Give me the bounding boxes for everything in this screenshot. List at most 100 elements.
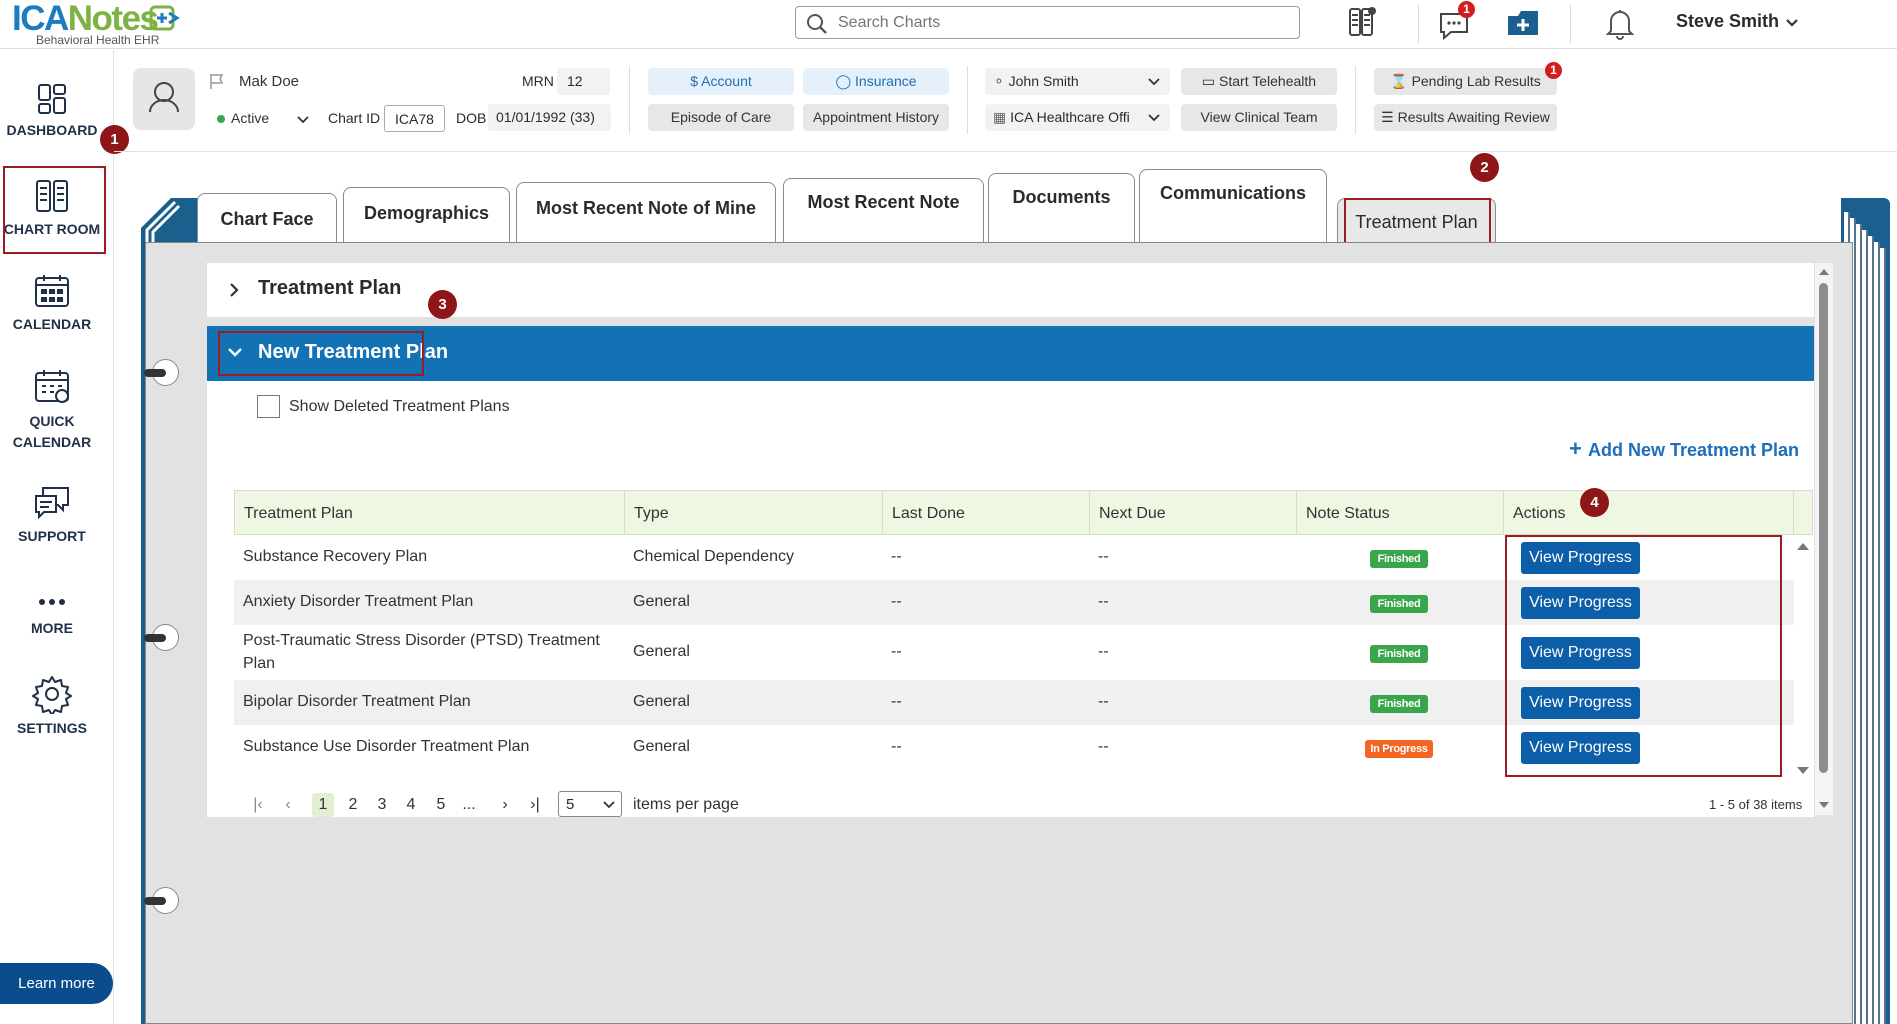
- step-badge-2: 2: [1470, 153, 1499, 182]
- nav-more[interactable]: MORE: [0, 590, 104, 636]
- row-type: General: [633, 593, 690, 610]
- chart-id-label: Chart ID: [328, 110, 381, 126]
- status-badge: Finished: [1370, 695, 1428, 713]
- prev-page-button[interactable]: ‹: [277, 793, 299, 817]
- tab-chart-face[interactable]: Chart Face: [197, 193, 337, 244]
- episode-of-care-button[interactable]: Episode of Care: [648, 104, 794, 131]
- bell-icon[interactable]: [1603, 6, 1637, 40]
- appointment-history-button[interactable]: Appointment History: [803, 104, 949, 131]
- new-treatment-plan-header[interactable]: New Treatment Plan: [207, 326, 1814, 381]
- add-patient-icon[interactable]: [1506, 6, 1540, 40]
- account-label: Account: [701, 73, 752, 89]
- page-4-button[interactable]: 4: [400, 793, 422, 817]
- nav-settings-label: SETTINGS: [16, 720, 87, 736]
- start-telehealth-button[interactable]: ▭ Start Telehealth: [1181, 68, 1337, 95]
- show-deleted-checkbox[interactable]: [257, 395, 280, 418]
- mrn-value: 12: [557, 68, 610, 95]
- provider-dropdown[interactable]: ⚬ John Smith: [985, 68, 1170, 95]
- step-badge-3: 3: [428, 290, 457, 319]
- treatment-plan-tab-highlight: [1344, 198, 1491, 248]
- col-next-due[interactable]: Next Due: [1090, 491, 1297, 536]
- logo-subtitle: Behavioral Health EHR: [36, 33, 160, 47]
- list-icon: ☰: [1381, 109, 1398, 125]
- plus-icon: +: [1569, 436, 1588, 461]
- show-deleted-label: Show Deleted Treatment Plans: [289, 398, 510, 415]
- page-ellipsis[interactable]: ...: [458, 793, 480, 817]
- scroll-up-arrow-icon[interactable]: [1796, 541, 1810, 551]
- first-page-button[interactable]: |‹: [247, 793, 269, 817]
- header-divider: [114, 151, 1897, 152]
- view-clinical-team-button[interactable]: View Clinical Team: [1181, 104, 1337, 131]
- dob-value: 01/01/1992 (33): [488, 104, 611, 131]
- row-plan-name: Anxiety Disorder Treatment Plan: [243, 593, 474, 610]
- chevron-down-icon[interactable]: [1785, 16, 1799, 30]
- step-badge-4: 4: [1580, 488, 1609, 517]
- learn-more-button[interactable]: Learn more: [0, 963, 113, 1004]
- col-treatment-plan[interactable]: Treatment Plan: [235, 491, 625, 536]
- status-dot: [217, 115, 225, 123]
- search-box[interactable]: [795, 6, 1300, 39]
- nav-calendar[interactable]: CALENDAR: [0, 272, 104, 332]
- row-type: General: [633, 643, 690, 660]
- col-type[interactable]: Type: [625, 491, 883, 536]
- last-page-button[interactable]: ›|: [524, 793, 546, 817]
- add-new-label: Add New Treatment Plan: [1587, 440, 1800, 460]
- flag-icon[interactable]: [208, 72, 226, 90]
- col-last-done[interactable]: Last Done: [883, 491, 1090, 536]
- hourglass-icon: ⌛: [1390, 73, 1412, 89]
- dob-label: DOB: [456, 110, 487, 126]
- user-name[interactable]: Steve Smith: [1676, 11, 1779, 32]
- divider: [1570, 4, 1571, 44]
- nav-dashboard-label: DASHBOARD: [6, 122, 98, 138]
- nav-more-label: MORE: [31, 620, 73, 636]
- nav-support[interactable]: SUPPORT: [0, 484, 104, 544]
- results-awaiting-review-button[interactable]: ☰ Results Awaiting Review: [1374, 104, 1557, 131]
- page-5-button[interactable]: 5: [430, 793, 452, 817]
- pending-lab-results-button[interactable]: ⌛ Pending Lab Results: [1374, 68, 1557, 95]
- col-note-status[interactable]: Note Status: [1297, 491, 1504, 536]
- scroll-up-arrow-icon[interactable]: [1818, 267, 1830, 276]
- binder-ring-bar: [144, 897, 166, 905]
- support-icon: [35, 487, 69, 520]
- nav-dashboard[interactable]: DASHBOARD: [0, 82, 104, 138]
- nav-quick-calendar[interactable]: QUICK CALENDAR: [0, 367, 104, 453]
- row-next-due: --: [1098, 693, 1109, 710]
- scroll-down-arrow-icon[interactable]: [1818, 801, 1830, 810]
- col-actions: Actions: [1504, 491, 1794, 536]
- status-dropdown[interactable]: Active: [208, 106, 314, 133]
- user-icon: [149, 82, 179, 113]
- add-new-treatment-plan-link[interactable]: + Add New Treatment Plan: [1569, 436, 1799, 462]
- chevron-down-icon: [1148, 114, 1160, 122]
- charts-grid-icon[interactable]: [1345, 5, 1379, 39]
- next-page-button[interactable]: ›: [494, 793, 516, 817]
- tab-demographics[interactable]: Demographics: [343, 187, 510, 244]
- video-icon: ▭: [1201, 73, 1220, 89]
- binder-ring-bar: [144, 634, 166, 642]
- patient-avatar[interactable]: [133, 68, 195, 130]
- scrollbar-thumb[interactable]: [1819, 283, 1828, 773]
- tab-communications[interactable]: Communications: [1139, 169, 1327, 244]
- page-2-button[interactable]: 2: [342, 793, 364, 817]
- row-next-due: --: [1098, 593, 1109, 610]
- dashboard-icon: [38, 84, 66, 114]
- insurance-button[interactable]: ◯ Insurance: [803, 68, 949, 95]
- search-icon: [807, 14, 827, 34]
- tab-most-recent-note[interactable]: Most Recent Note: [783, 178, 984, 244]
- tab-documents[interactable]: Documents: [988, 173, 1135, 244]
- page-1-button[interactable]: 1: [312, 793, 334, 817]
- per-page-select[interactable]: 5: [558, 791, 622, 817]
- scroll-down-arrow-icon[interactable]: [1796, 766, 1810, 776]
- account-button[interactable]: $ Account: [648, 68, 794, 95]
- row-last-done: --: [891, 593, 902, 610]
- nav-settings[interactable]: SETTINGS: [0, 674, 104, 736]
- status-badge: In Progress: [1365, 740, 1433, 758]
- chevron-down-icon: [297, 116, 309, 124]
- divider: [629, 66, 630, 134]
- nav-quick-label: QUICK: [29, 413, 75, 429]
- search-input[interactable]: [836, 11, 1276, 35]
- dollar-icon: $: [690, 73, 702, 89]
- tab-most-recent-note-of-mine[interactable]: Most Recent Note of Mine: [516, 182, 776, 244]
- page-3-button[interactable]: 3: [371, 793, 393, 817]
- office-dropdown[interactable]: ▦ ICA Healthcare Offi: [985, 104, 1170, 131]
- status-badge: Finished: [1370, 550, 1428, 568]
